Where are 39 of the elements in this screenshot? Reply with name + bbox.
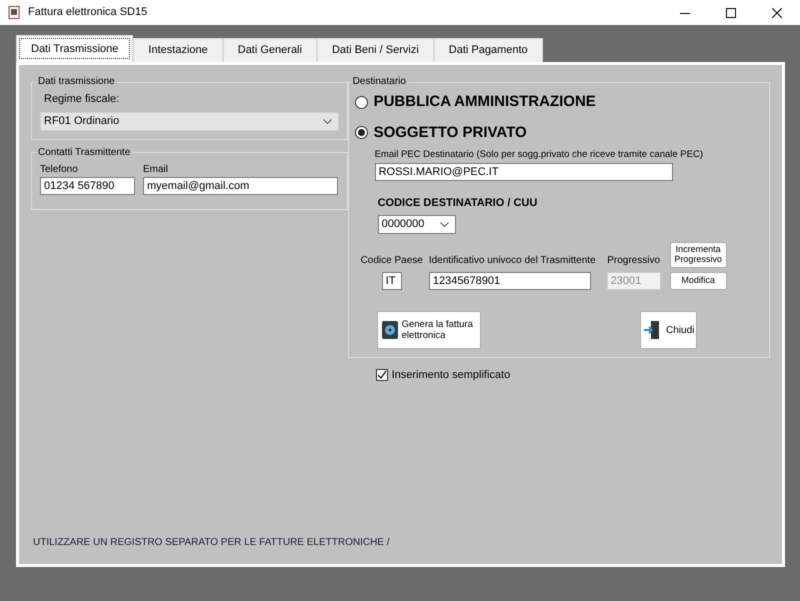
field-label: CODICE DESTINATARIO / CUU	[378, 196, 538, 210]
radio-button[interactable]	[354, 126, 368, 140]
field-label: Codice Paese	[360, 254, 423, 268]
caret-icon	[322, 118, 332, 124]
identifier-field[interactable]: 12345678901	[428, 272, 591, 290]
tab[interactable]: Dati Generali	[222, 38, 317, 62]
modify-button[interactable]: Modifica	[670, 272, 727, 290]
exit-door-icon	[644, 321, 660, 339]
tab[interactable]: Intestazione	[133, 38, 223, 62]
field-label: Identificativo univoco del Trasmittente	[428, 254, 596, 268]
checkbox-label[interactable]: Inserimento semplificato	[392, 367, 510, 384]
checkbox[interactable]	[376, 369, 388, 382]
pec-email-field[interactable]: ROSSI.MARIO@PEC.IT	[374, 162, 673, 180]
window-title: Fattura elettronica SD15	[28, 5, 148, 20]
increment-button[interactable]: Incrementa Progressivo	[670, 242, 727, 268]
tab[interactable]: Dati Trasmissione	[16, 35, 134, 62]
field-label: Email	[143, 162, 170, 176]
radio-label[interactable]: SOGGETTO PRIVATO	[374, 122, 527, 144]
field-label: Progressivo	[607, 254, 660, 268]
codice-dropdown[interactable]: 0000000	[378, 215, 456, 234]
tab[interactable]: Dati Beni / Servizi	[316, 38, 434, 62]
generate-invoice-button[interactable]: Genera la fattura elettronica	[376, 311, 481, 349]
radio-button[interactable]	[354, 96, 368, 109]
country-code-field[interactable]: IT	[382, 272, 402, 290]
group-label: Contatti Trasmittente	[37, 148, 132, 158]
field-label: Email PEC Destinatario (Solo per sogg.privato che riceve tramite canale PEC)	[374, 148, 703, 162]
email-field[interactable]: myemail@gmail.com	[143, 176, 338, 194]
phone-field[interactable]: 01234 567890	[40, 176, 135, 194]
group-label: Dati trasmissione	[37, 77, 116, 87]
caret-icon	[440, 222, 449, 227]
footer-note: UTILIZZARE UN REGISTRO SEPARATO PER LE FATTURE ELETTRONICHE /	[33, 536, 391, 550]
tab[interactable]: Dati Pagamento	[434, 38, 543, 62]
app-icon	[8, 6, 20, 19]
group-label: Destinatario	[352, 77, 407, 87]
radio-label[interactable]: PUBBLICA AMMINISTRAZIONE	[374, 91, 596, 114]
regime-fiscale-dropdown[interactable]: RF01 Ordinario	[40, 112, 339, 130]
field-label: Telefono	[40, 162, 79, 176]
field-label: Regime fiscale:	[44, 92, 120, 107]
close-button[interactable]: Chiudi	[640, 311, 697, 349]
